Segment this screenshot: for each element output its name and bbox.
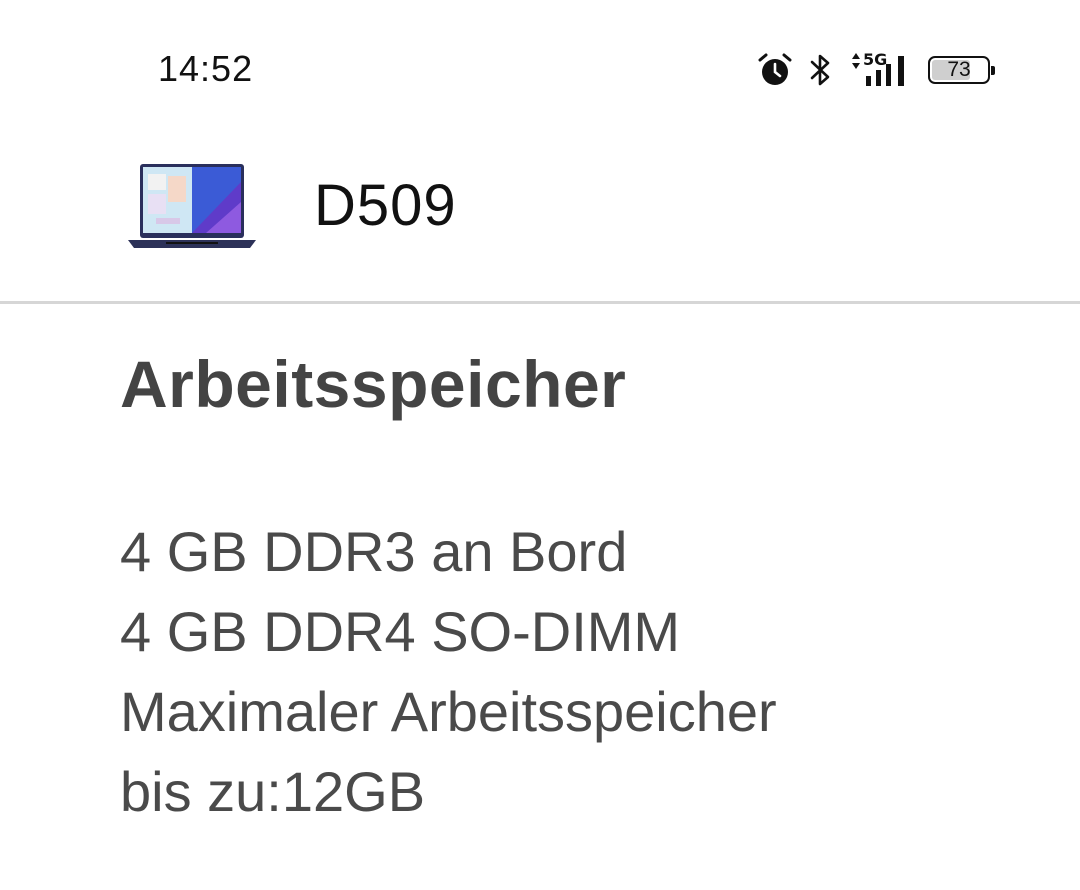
spec-line: Maximaler Arbeitsspeicher: [120, 680, 777, 743]
battery-icon: 73: [928, 56, 995, 84]
status-bar: 14:52 5G 73: [0, 0, 1080, 140]
spec-line: 4 GB DDR3 an Bord: [120, 520, 628, 583]
spec-line: bis zu:12GB: [120, 760, 426, 823]
network-type-label: 5G: [863, 50, 887, 69]
spec-line: 4 GB DDR4 SO-DIMM: [120, 600, 681, 663]
laptop-thumbnail-icon: [126, 162, 258, 250]
product-name: D509: [314, 173, 457, 238]
section-title: Arbeitsspeicher: [120, 347, 627, 421]
spec-list: 4 GB DDR3 an Bord 4 GB DDR4 SO-DIMM Maxi…: [120, 512, 777, 832]
alarm-icon: [756, 51, 794, 89]
status-icons: 5G 73: [756, 50, 995, 90]
bluetooth-icon: [808, 51, 834, 89]
header-divider: [0, 301, 1080, 304]
product-header: D509: [0, 140, 1080, 300]
signal-icon: 5G: [848, 50, 914, 90]
battery-level-text: 73: [947, 58, 971, 81]
status-time: 14:52: [158, 48, 254, 89]
